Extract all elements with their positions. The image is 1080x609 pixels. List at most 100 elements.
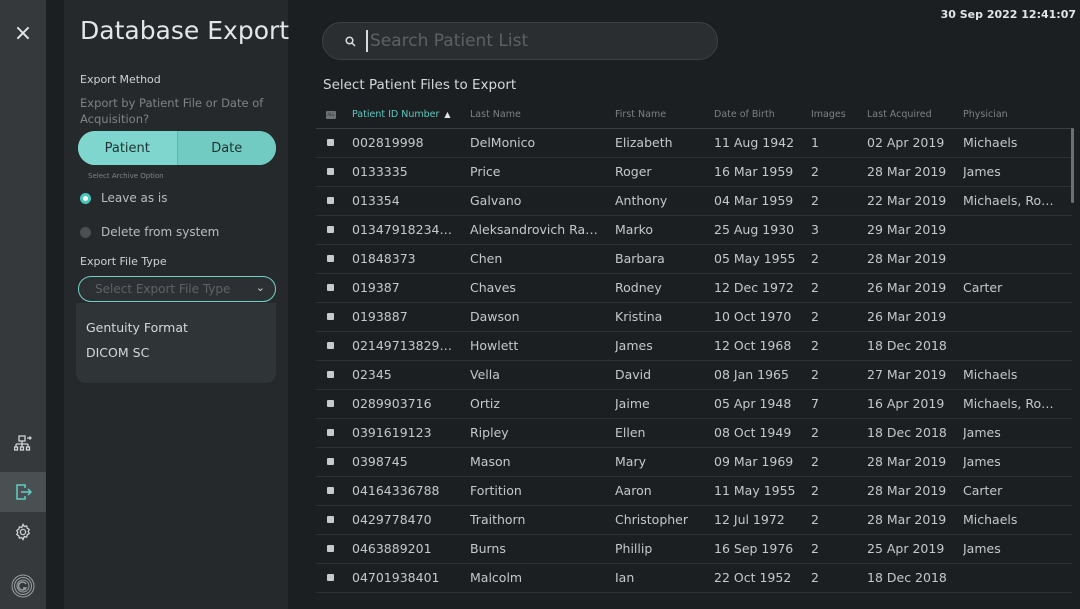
cell-images: 2 (811, 331, 867, 361)
checkbox-icon (327, 226, 334, 233)
settings-gear-icon[interactable] (0, 512, 46, 552)
cell-patient-id: 04164336788 (352, 476, 470, 506)
delete-from-system-radio[interactable]: Delete from system (80, 225, 219, 239)
cell-physician: Carter (963, 476, 1072, 506)
cell-images: 2 (811, 244, 867, 274)
cell-last-acquired: 27 Mar 2019 (867, 360, 963, 390)
col-date-of-birth[interactable]: Date of Birth (714, 102, 811, 129)
cell-last-acquired: 26 Mar 2019 (867, 273, 963, 303)
table-row[interactable]: 02149713829… Howlett James 12 Oct 1968 2 18 D… (316, 331, 1072, 361)
leave-as-is-radio[interactable]: Leave as is (80, 191, 168, 205)
dicom-sc-option[interactable]: DICOM SC (86, 345, 149, 360)
cell-first-name: Elizabeth (615, 128, 714, 158)
row-checkbox[interactable] (316, 447, 352, 477)
table-row[interactable]: 0398745 Mason Mary 09 Mar 1969 2 28 Mar 2019 J… (316, 447, 1072, 477)
checkbox-icon (327, 574, 334, 581)
cell-last-name: Mason (470, 447, 615, 477)
cell-last-acquired: 28 Mar 2019 (867, 157, 963, 187)
cell-last-name: Price (470, 157, 615, 187)
cell-last-acquired: 18 Dec 2018 (867, 563, 963, 593)
table-row[interactable]: 0429778470 Traithorn Christopher 12 Jul 197… (316, 505, 1072, 535)
row-checkbox[interactable] (316, 476, 352, 506)
cell-images: 2 (811, 505, 867, 535)
row-checkbox[interactable] (316, 505, 352, 535)
table-row[interactable]: 019387 Chaves Rodney 12 Dec 1972 2 26 Mar 201… (316, 273, 1072, 303)
network-export-icon[interactable] (0, 424, 46, 464)
search-input[interactable]: Search Patient List (370, 31, 528, 51)
row-checkbox[interactable] (316, 563, 352, 593)
cell-date-of-birth: 10 Oct 1970 (714, 302, 811, 332)
row-checkbox[interactable] (316, 534, 352, 564)
cell-last-name: Malcolm (470, 563, 615, 593)
cell-physician: Michaels, Ro… (963, 389, 1072, 419)
cell-first-name: Marko (615, 215, 714, 245)
cell-last-name: Traithorn (470, 505, 615, 535)
select-all-checkbox[interactable]: ALL (316, 102, 352, 129)
col-first-name[interactable]: First Name (615, 102, 714, 129)
row-checkbox[interactable] (316, 215, 352, 245)
col-last-name[interactable]: Last Name (470, 102, 615, 129)
table-scrollbar[interactable] (1071, 128, 1074, 203)
patient-segment-button[interactable]: Patient (78, 131, 178, 165)
table-row[interactable]: 01848373 Chen Barbara 05 May 1955 2 28 Mar 20… (316, 244, 1072, 274)
cell-patient-id: 01848373 (352, 244, 470, 274)
table-row[interactable]: 0133335 Price Roger 16 Mar 1959 2 28 Mar 2019… (316, 157, 1072, 187)
checkbox-icon (327, 168, 334, 175)
table-row[interactable]: 01347918234… Aleksandrovich Ra… Marko 25 Au… (316, 215, 1072, 245)
col-images[interactable]: Images (811, 102, 867, 129)
export-method-hint: Export by Patient File or Date of Acquis… (80, 96, 264, 126)
col-patient-id[interactable]: Patient ID Number ▲ (352, 102, 470, 129)
cell-patient-id: 01347918234… (352, 215, 470, 245)
cell-last-acquired: 25 Apr 2019 (867, 534, 963, 564)
cell-last-name: Chaves (470, 273, 615, 303)
col-last-acquired[interactable]: Last Acquired (867, 102, 963, 129)
row-checkbox[interactable] (316, 418, 352, 448)
table-row[interactable]: 0289903716 Ortiz Jaime 05 Apr 1948 7 16 Apr 2… (316, 389, 1072, 419)
cell-first-name: Ellen (615, 418, 714, 448)
table-row[interactable]: 0193887 Dawson Kristina 10 Oct 1970 2 26 Mar … (316, 302, 1072, 332)
table-row[interactable]: 04701938401 Malcolm Ian 22 Oct 1952 2 18 Dec … (316, 563, 1072, 593)
row-checkbox[interactable] (316, 389, 352, 419)
table-row[interactable]: 013354 Galvano Anthony 04 Mar 1959 2 22 Mar 2… (316, 186, 1072, 216)
row-checkbox[interactable] (316, 302, 352, 332)
col-physician[interactable]: Physician (963, 102, 1072, 129)
cell-images: 3 (811, 215, 867, 245)
text-caret (366, 30, 368, 52)
cell-first-name: Ian (615, 563, 714, 593)
row-checkbox[interactable] (316, 331, 352, 361)
cell-first-name: Aaron (615, 476, 714, 506)
table-row[interactable]: 04164336788 Fortition Aaron 11 May 1955 2 28 … (316, 476, 1072, 506)
cell-patient-id: 0398745 (352, 447, 470, 477)
file-type-select[interactable]: Select Export File Type ⌄ (78, 276, 276, 302)
table-row[interactable]: 0391619123 Ripley Ellen 08 Oct 1949 2 18 Dec … (316, 418, 1072, 448)
gentuity-format-option[interactable]: Gentuity Format (86, 320, 188, 335)
datetime-display: 30 Sep 2022 12:41:07 (940, 8, 1076, 21)
table-row[interactable]: 02345 Vella David 08 Jan 1965 2 27 Mar 2019 Mi… (316, 360, 1072, 390)
cell-first-name: Rodney (615, 273, 714, 303)
cell-date-of-birth: 12 Dec 1972 (714, 273, 811, 303)
radio-unselected-icon (80, 226, 91, 238)
row-checkbox[interactable] (316, 273, 352, 303)
cell-physician (963, 244, 1072, 274)
row-checkbox[interactable] (316, 186, 352, 216)
search-bar[interactable]: Search Patient List (322, 22, 718, 60)
row-checkbox[interactable] (316, 244, 352, 274)
table-row[interactable]: 0463889201 Burns Phillip 16 Sep 1976 2 25 Apr… (316, 534, 1072, 564)
cell-images: 2 (811, 418, 867, 448)
cell-images: 2 (811, 476, 867, 506)
export-icon[interactable] (0, 472, 46, 512)
row-checkbox[interactable] (316, 128, 352, 158)
row-checkbox[interactable] (316, 157, 352, 187)
cell-last-acquired: 18 Dec 2018 (867, 331, 963, 361)
cell-images: 2 (811, 447, 867, 477)
row-checkbox[interactable] (316, 360, 352, 390)
cell-physician: James (963, 157, 1072, 187)
cell-date-of-birth: 09 Mar 1969 (714, 447, 811, 477)
table-row[interactable]: 002819998 DelMonico Elizabeth 11 Aug 1942 1 0… (316, 128, 1072, 158)
date-segment-button[interactable]: Date (177, 131, 276, 165)
close-icon[interactable]: × (0, 0, 46, 66)
sort-ascending-icon: ▲ (444, 110, 451, 120)
cell-last-name: Chen (470, 244, 615, 274)
cell-physician: Michaels, Ro… (963, 186, 1072, 216)
cell-physician (963, 331, 1072, 361)
